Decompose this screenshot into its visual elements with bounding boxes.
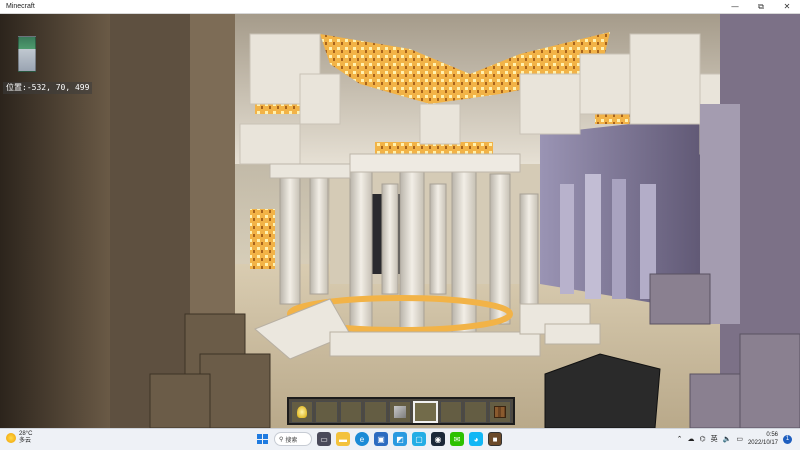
taskbar-apps: ⚲ 搜索 ▭ ▬ e ▣ ◩ ▢ ◉ ✉ ◕ ■ (255, 432, 502, 446)
hotbar-slot-1[interactable] (291, 401, 314, 423)
weather-condition: 多云 (19, 438, 32, 444)
system-tray: ⌃ ☁ ⌬ 英 🔈 ▭ 0:56 2022/10/17 1 (677, 431, 792, 447)
hotbar-slot-2[interactable] (315, 401, 338, 423)
coordinates-readout: 位置:-532, 70, 499 (3, 82, 93, 94)
maximize-button[interactable]: ⧉ (748, 0, 774, 14)
window-title-bar: Minecraft — ⧉ ✕ (0, 0, 800, 14)
start-icon[interactable] (255, 432, 269, 446)
hotbar-slot-7[interactable] (439, 401, 463, 423)
hotbar-slot-8[interactable] (464, 401, 487, 423)
clock[interactable]: 0:56 2022/10/17 (748, 431, 778, 447)
hotbar-slot-4[interactable] (364, 401, 387, 423)
task-view-icon[interactable]: ▭ (317, 432, 331, 446)
qq-icon[interactable]: ◕ (469, 432, 483, 446)
search-icon: ⚲ (279, 436, 284, 443)
crafting-table-icon (493, 406, 506, 418)
clock-time: 0:56 (766, 432, 778, 438)
weather-temp: 28°C (19, 431, 33, 437)
sun-icon (6, 433, 16, 443)
steam-icon[interactable]: ◉ (431, 432, 445, 446)
wechat-icon[interactable]: ✉ (450, 432, 464, 446)
minecraft-icon[interactable]: ■ (488, 432, 502, 446)
game-viewport[interactable]: 位置:-532, 70, 499 (0, 14, 800, 428)
file-explorer-icon[interactable]: ▬ (336, 432, 350, 446)
clock-date: 2022/10/17 (747, 440, 778, 446)
bilibili-icon[interactable]: ▢ (412, 432, 426, 446)
hotbar-slot-5[interactable] (388, 401, 412, 423)
store-icon[interactable]: ▣ (374, 432, 388, 446)
volume-icon[interactable]: 🔈 (723, 435, 732, 443)
weather-widget[interactable]: 28°C 多云 (6, 431, 32, 445)
ime-indicator[interactable]: 英 (711, 434, 718, 444)
hotbar[interactable] (287, 397, 515, 425)
search-label: 搜索 (285, 437, 298, 444)
notification-badge[interactable]: 1 (783, 434, 792, 444)
chevron-up-icon[interactable]: ⌃ (677, 435, 683, 443)
hotbar-slot-3[interactable] (339, 401, 363, 423)
network-icon[interactable]: ⌬ (700, 435, 706, 443)
scene-render (0, 14, 800, 428)
windows-taskbar: 28°C 多云 ⚲ 搜索 ▭ ▬ e ▣ ◩ ▢ ◉ ✉ ◕ ■ ⌃ ☁ ⌬ 英… (0, 428, 800, 450)
player-skin-avatar (18, 36, 36, 72)
taskbar-search[interactable]: ⚲ 搜索 (274, 432, 312, 446)
hotbar-slot-6-selected[interactable] (413, 401, 438, 423)
photos-icon[interactable]: ◩ (393, 432, 407, 446)
window-title: Minecraft (6, 3, 35, 10)
stone-block-icon (393, 406, 406, 418)
cloud-icon[interactable]: ☁ (688, 435, 695, 443)
hotbar-slot-9[interactable] (488, 401, 511, 423)
close-button[interactable]: ✕ (774, 0, 800, 14)
minimize-button[interactable]: — (722, 0, 748, 14)
battery-icon[interactable]: ▭ (736, 435, 743, 443)
edge-icon[interactable]: e (355, 432, 369, 446)
lantern-icon (297, 406, 308, 418)
